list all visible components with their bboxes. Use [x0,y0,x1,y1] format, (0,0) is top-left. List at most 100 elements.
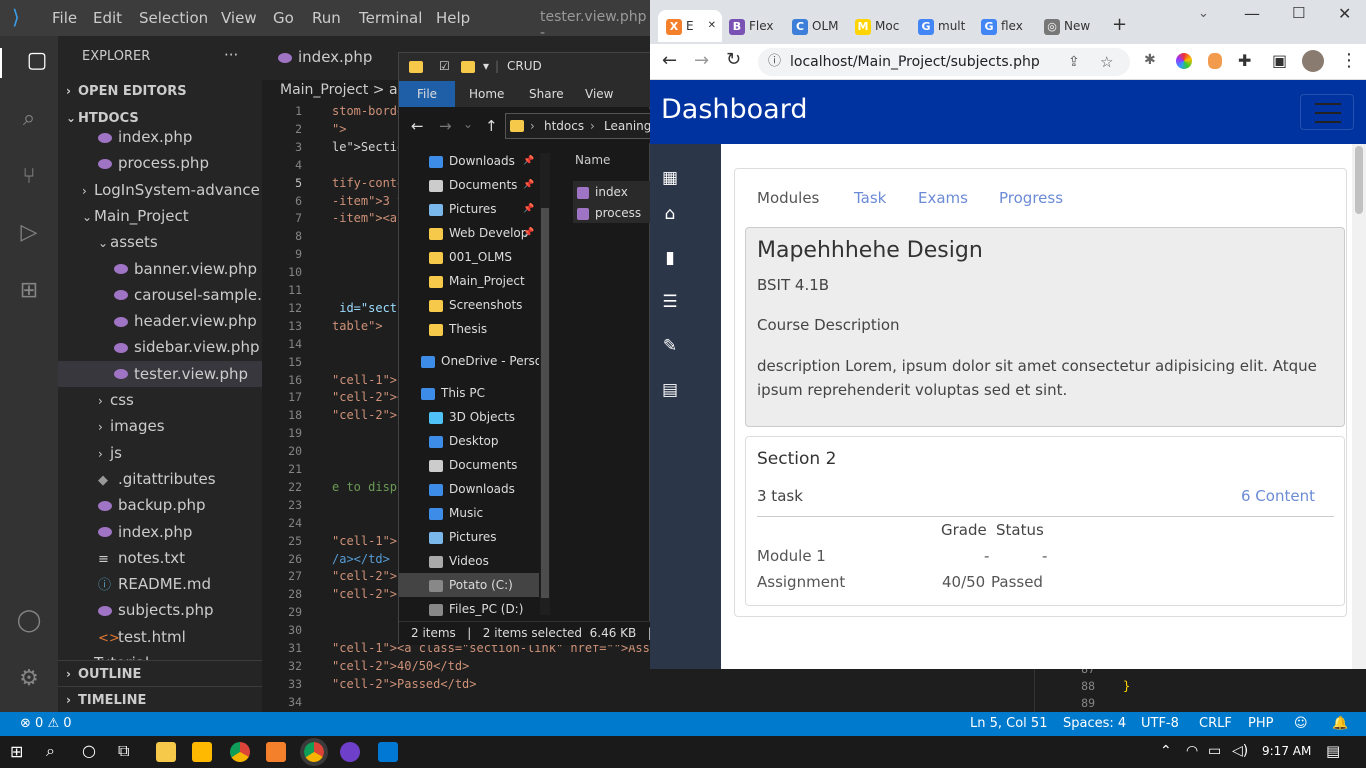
files-icon[interactable]: ▢ [0,48,58,78]
chrome-icon[interactable] [230,742,250,762]
quick-access-toolbar-icon[interactable]: ☑ [439,59,450,73]
nav-item[interactable]: Web Develop 📌 [399,221,539,245]
menu-go[interactable]: Go [273,9,294,27]
bookmark-star-icon[interactable]: ☆ [1100,48,1113,76]
color-picker-extension-icon[interactable] [1176,53,1192,69]
maximize-icon[interactable]: ☐ [1292,4,1305,22]
tree-item[interactable]: ◆ .gitattributes [58,466,262,492]
menu-view[interactable]: View [221,9,257,27]
tab-modules[interactable]: Modules [757,189,819,207]
back-arrow-icon[interactable]: ← [662,50,677,71]
extensions-icon[interactable]: ⊞ [14,278,44,308]
side-panel-icon[interactable]: ▣ [1272,51,1287,70]
battery-icon[interactable]: ▭ [1208,743,1221,759]
windows-start-icon[interactable]: ⊞ [10,742,23,761]
breadcrumb[interactable]: Main_Project > a [280,82,398,98]
tree-item[interactable]: › LogInSystem-advance [58,177,262,203]
up-arrow-icon[interactable]: ↑ [485,117,498,135]
address-input[interactable]: › htdocs › LeaningF [505,113,658,139]
search-icon[interactable]: ⌕ [46,741,55,761]
tree-item[interactable]: › images [58,413,262,439]
tree-item[interactable]: process.php [58,150,262,176]
new-folder-icon[interactable] [461,61,475,73]
problems-indicator[interactable]: ⊗ 0 ⚠ 0 [20,716,72,731]
customize-dropdown-icon[interactable]: ▾ [483,59,489,73]
search-icon[interactable]: ⌕ [14,106,44,136]
tree-item[interactable]: tester.view.php [58,360,262,387]
tab-task[interactable]: Task [854,189,886,207]
scrollbar-thumb[interactable] [1355,146,1363,214]
more-actions-icon[interactable]: ··· [224,42,254,68]
file-item[interactable]: process [577,203,641,223]
reload-icon[interactable]: ↻ [726,49,741,70]
github-desktop-icon[interactable] [340,742,360,762]
xampp-icon[interactable] [266,742,286,762]
browser-tab[interactable]: ◎ New [1036,10,1098,42]
apps-grid-icon[interactable]: ▦ [660,168,680,188]
tray-chevron-icon[interactable]: ⌃ [1160,743,1172,759]
profile-avatar[interactable] [1302,50,1324,72]
browser-tab[interactable]: C OLM [784,10,846,42]
line-endings[interactable]: CRLF [1199,716,1232,731]
book-icon[interactable]: ▮ [660,248,680,268]
menu-selection[interactable]: Selection [139,9,208,27]
task-list-icon[interactable]: ☰ [660,292,680,312]
language-mode[interactable]: PHP [1248,716,1273,731]
browser-tab[interactable]: Gflex [973,10,1035,42]
notifications-bell-icon[interactable]: 🔔 [1332,716,1348,731]
chrome-active-icon[interactable] [300,738,328,766]
nav-item[interactable]: Downloads [399,477,539,501]
address-bar[interactable]: ⓘ localhost/Main_Project/subjects.php ⇪ … [758,48,1130,76]
extensions-puzzle-icon[interactable]: ✚ [1238,51,1251,70]
nav-item[interactable]: 3D Objects [399,405,539,429]
extension-bug-icon[interactable]: ✱ [1144,52,1156,68]
nav-item[interactable]: Pictures [399,525,539,549]
site-info-icon[interactable]: ⓘ [768,48,781,76]
vscode-taskbar-icon[interactable] [378,742,398,762]
nav-item[interactable]: Documents [399,453,539,477]
tree-item[interactable]: sidebar.view.php [58,334,262,360]
tree-item[interactable]: backup.php [58,492,262,518]
browser-tab[interactable]: M Moc [847,10,909,42]
nav-item[interactable]: Screenshots [399,293,539,317]
navbar-toggler[interactable] [1300,94,1354,130]
browser-tab[interactable]: B Flex [721,10,783,42]
tab-search-chevron-icon[interactable]: ⌄ [1198,6,1209,21]
browser-tab[interactable]: X E ✕ [658,10,722,42]
open-editors-header[interactable]: › OPEN EDITORS [58,78,262,104]
cursor-position[interactable]: Ln 5, Col 51 [970,716,1047,731]
file-explorer-icon[interactable] [156,742,176,762]
source-control-icon[interactable]: ⑂ [14,164,44,194]
tree-item[interactable]: ⌄ Main_Project [58,203,262,229]
settings-gear-icon[interactable]: ⚙ [14,666,44,696]
nav-item[interactable]: Pictures 📌 [399,197,539,221]
feedback-icon[interactable]: ☺ [1294,716,1308,731]
page-scrollbar[interactable] [1352,144,1366,669]
forward-arrow-icon[interactable]: → [694,50,709,71]
tree-item[interactable]: ⓘ README.md [58,571,262,597]
task-view-icon[interactable]: ⧉ [118,741,129,761]
nav-item[interactable]: Music [399,501,539,525]
recent-dropdown-icon[interactable]: ⌄ [463,117,473,131]
nav-item[interactable]: This PC [399,381,539,405]
file-item[interactable]: index [577,182,628,202]
minimize-icon[interactable]: — [1244,4,1260,23]
tree-item[interactable]: subjects.php [58,597,262,623]
nav-item[interactable]: Thesis [399,317,539,341]
tree-item[interactable]: ⌄ assets [58,229,262,255]
chrome-menu-icon[interactable]: ⋮ [1340,50,1358,71]
account-icon[interactable]: ◯ [14,608,44,638]
volume-icon[interactable]: ◁) [1232,743,1248,759]
nav-item[interactable]: OneDrive - Persor [399,349,539,373]
nav-item[interactable]: Downloads 📌 [399,149,539,173]
tree-item[interactable]: ≡ notes.txt [58,545,262,571]
nav-item[interactable]: 001_OLMS [399,245,539,269]
row-assignment[interactable]: Assignment [757,573,845,591]
tree-item[interactable]: banner.view.php [58,256,262,282]
extension-icon[interactable] [1208,53,1222,69]
tree-item[interactable]: index.php [58,124,262,150]
menu-file[interactable]: File [52,9,77,27]
tree-item[interactable]: › js [58,440,262,466]
pen-icon[interactable]: ✎ [660,336,680,356]
scrollbar-thumb[interactable] [541,208,549,598]
